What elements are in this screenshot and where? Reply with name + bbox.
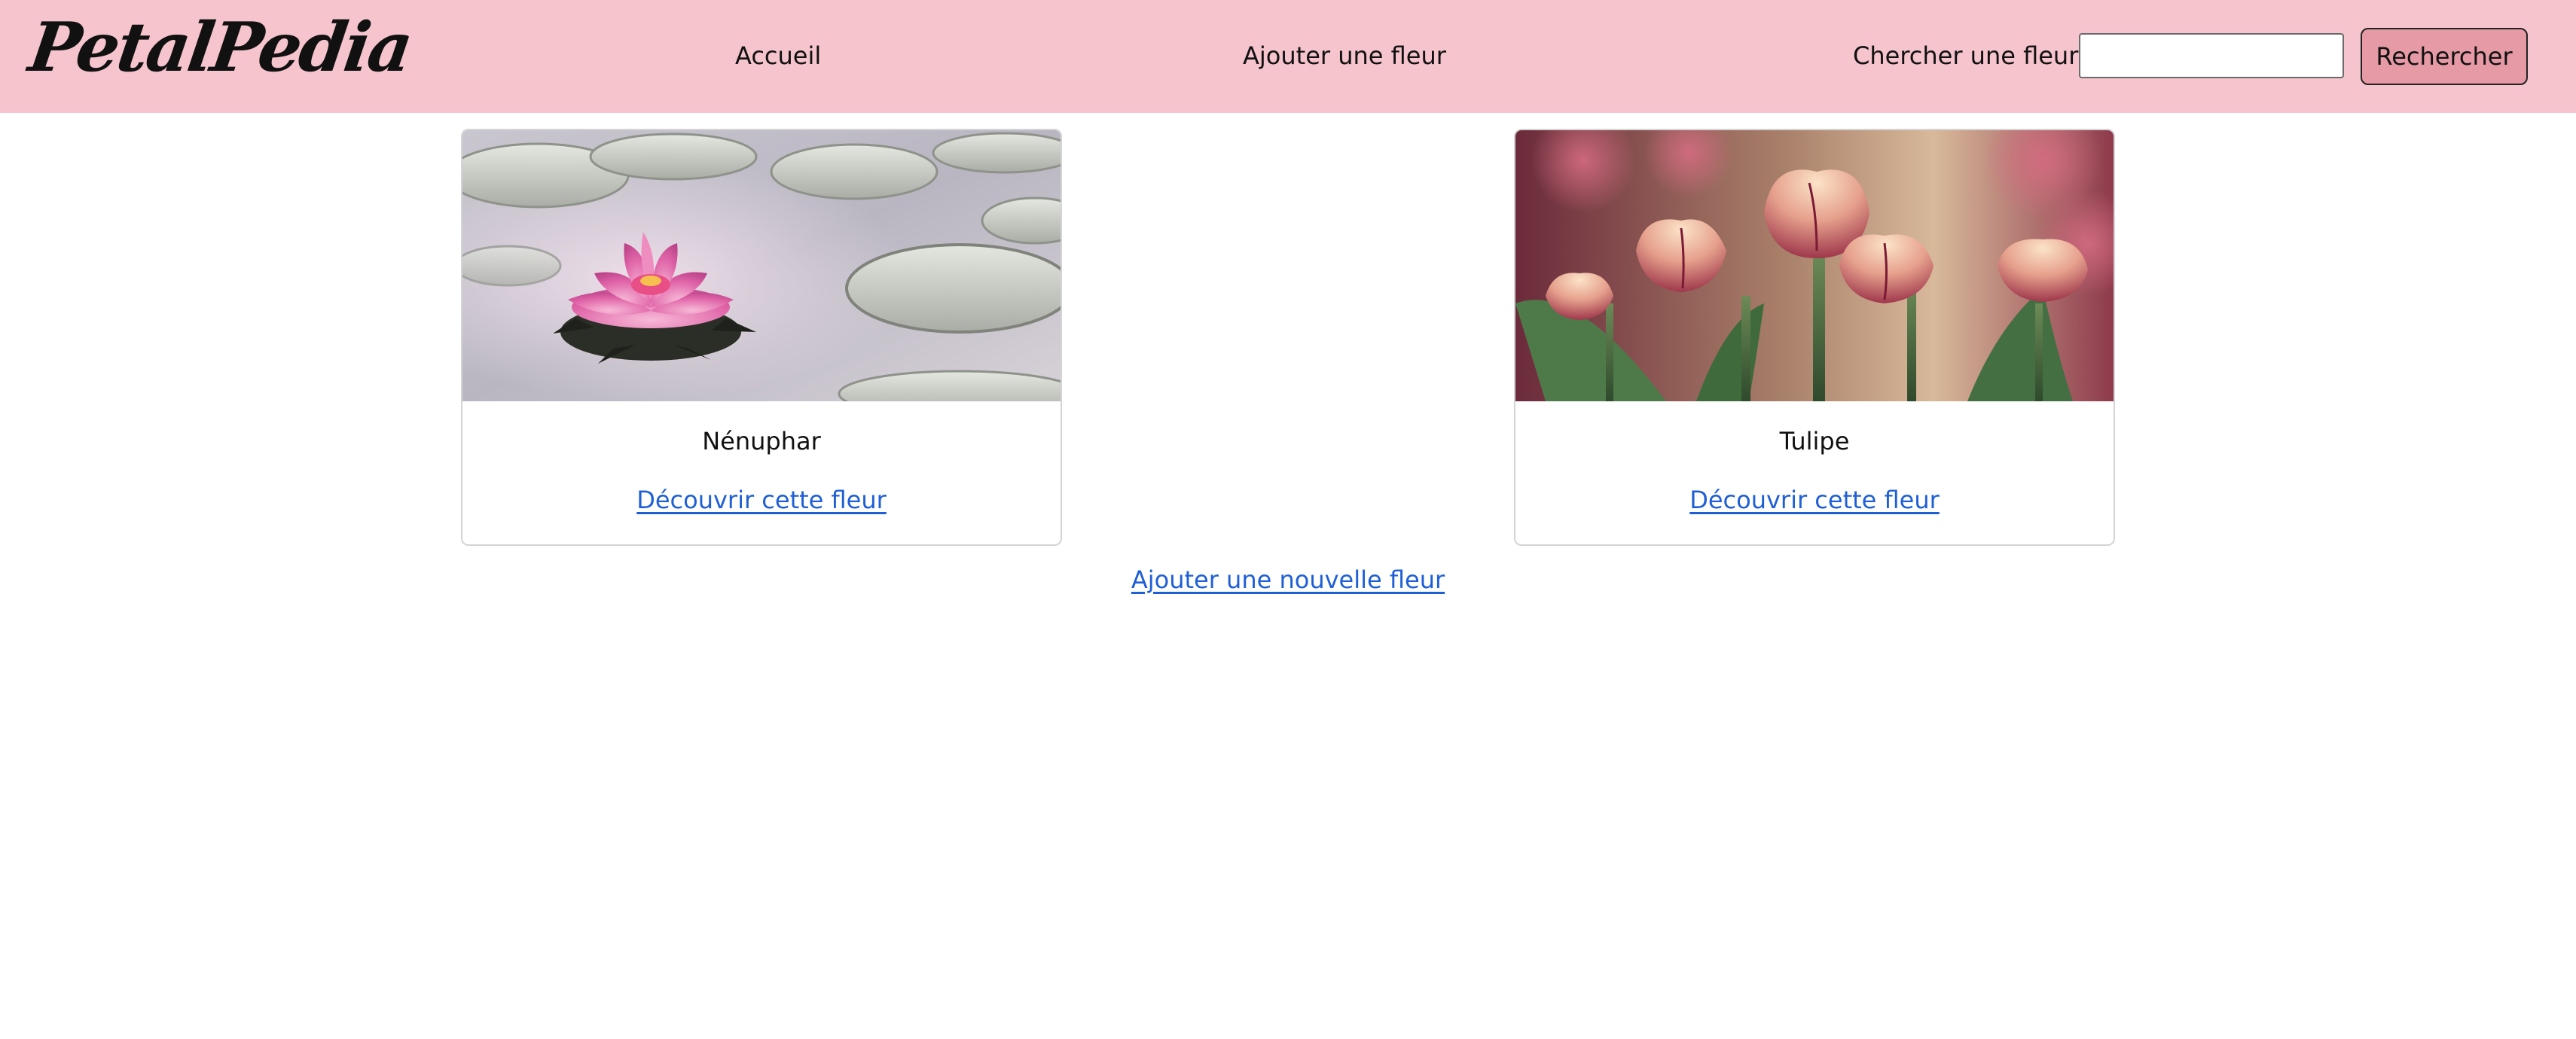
- card-title: Nénuphar: [702, 427, 821, 456]
- tulips-image: [1515, 130, 2114, 401]
- card-title: Tulipe: [1779, 427, 1850, 456]
- search-input[interactable]: [2079, 33, 2344, 78]
- add-new-flower-link[interactable]: Ajouter une nouvelle fleur: [1131, 565, 1445, 594]
- site-logo[interactable]: PetalPedia: [24, 6, 416, 89]
- flower-card: Nénuphar Découvrir cette fleur: [461, 129, 1062, 546]
- water-lily-image: [462, 130, 1061, 401]
- nav-link-add-flower[interactable]: Ajouter une fleur: [1243, 36, 1446, 75]
- search-label: Chercher une fleur :: [1853, 41, 2095, 70]
- top-navbar: PetalPedia Accueil Ajouter une fleur Che…: [0, 0, 2576, 113]
- discover-flower-link[interactable]: Découvrir cette fleur: [1689, 486, 1940, 514]
- nav-link-home[interactable]: Accueil: [735, 36, 821, 75]
- discover-flower-link[interactable]: Découvrir cette fleur: [636, 486, 887, 514]
- flower-card: Tulipe Découvrir cette fleur: [1514, 129, 2115, 546]
- search-button[interactable]: Rechercher: [2361, 28, 2528, 85]
